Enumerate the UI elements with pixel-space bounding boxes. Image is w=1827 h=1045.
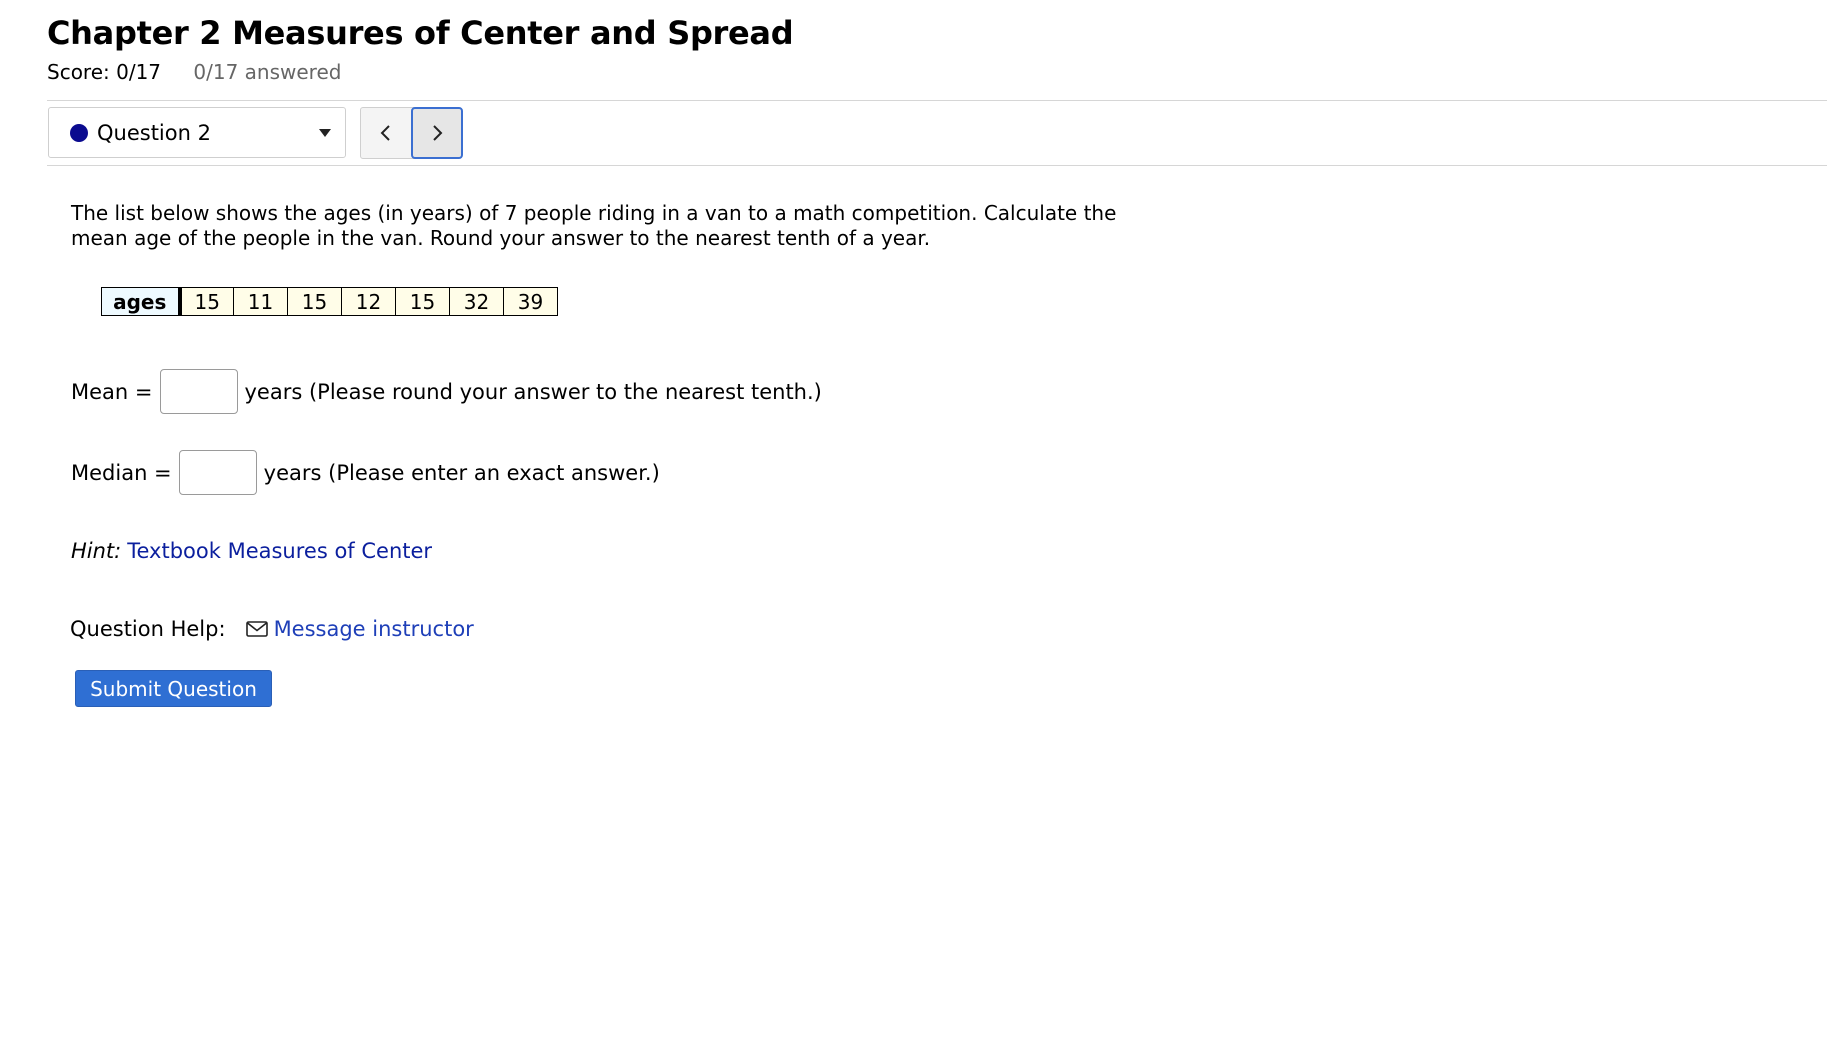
question-select-label: Question 2 (97, 120, 211, 145)
previous-question-button[interactable] (361, 108, 411, 158)
mean-answer-row: Mean = years (Please round your answer t… (71, 369, 822, 414)
question-nav-group (360, 107, 463, 159)
chevron-left-icon (380, 125, 390, 141)
page: Chapter 2 Measures of Center and Spread … (0, 0, 1827, 1045)
mail-icon (245, 621, 268, 637)
table-cell: 12 (341, 287, 396, 316)
mean-instructions: years (Please round your answer to the n… (244, 379, 822, 404)
table-cell: 11 (233, 287, 288, 316)
question-help-row: Question Help: Message instructor (70, 617, 474, 641)
question-text: The list below shows the ages (in years)… (71, 201, 1117, 250)
median-input[interactable] (178, 450, 257, 495)
hint-row: Hint: Textbook Measures of Center (71, 539, 432, 563)
hint-textbook-link[interactable]: Textbook Measures of Center (127, 539, 432, 563)
median-instructions: years (Please enter an exact answer.) (263, 460, 660, 485)
table-cell: 15 (287, 287, 342, 316)
question-select[interactable]: Question 2 (48, 107, 346, 158)
median-label: Median = (71, 460, 172, 485)
next-question-button[interactable] (411, 107, 463, 159)
nav-divider (47, 165, 1827, 166)
chevron-down-icon (319, 128, 331, 137)
mean-label: Mean = (71, 379, 153, 404)
hint-label: Hint: (71, 539, 122, 563)
table-cell: 15 (395, 287, 450, 316)
chevron-right-icon (433, 125, 443, 141)
score-row: Score: 0/17 0/17 answered (47, 60, 341, 84)
table-cell: 39 (503, 287, 558, 316)
table-cell: 15 (179, 287, 234, 316)
score-text: Score: 0/17 (47, 60, 162, 84)
table-row: ages 15 11 15 12 15 32 39 (101, 287, 558, 316)
submit-question-button[interactable]: Submit Question (75, 670, 272, 707)
table-header-cell: ages (101, 287, 182, 316)
header-divider (47, 100, 1827, 101)
ages-table: ages 15 11 15 12 15 32 39 (101, 287, 558, 316)
question-status-dot (70, 123, 88, 142)
page-title: Chapter 2 Measures of Center and Spread (47, 14, 794, 52)
message-instructor-link[interactable]: Message instructor (274, 617, 474, 641)
median-answer-row: Median = years (Please enter an exact an… (71, 450, 660, 495)
answered-count: 0/17 answered (193, 60, 342, 84)
mean-input[interactable] (159, 369, 238, 414)
table-cell: 32 (449, 287, 504, 316)
question-help-label: Question Help: (70, 617, 226, 641)
